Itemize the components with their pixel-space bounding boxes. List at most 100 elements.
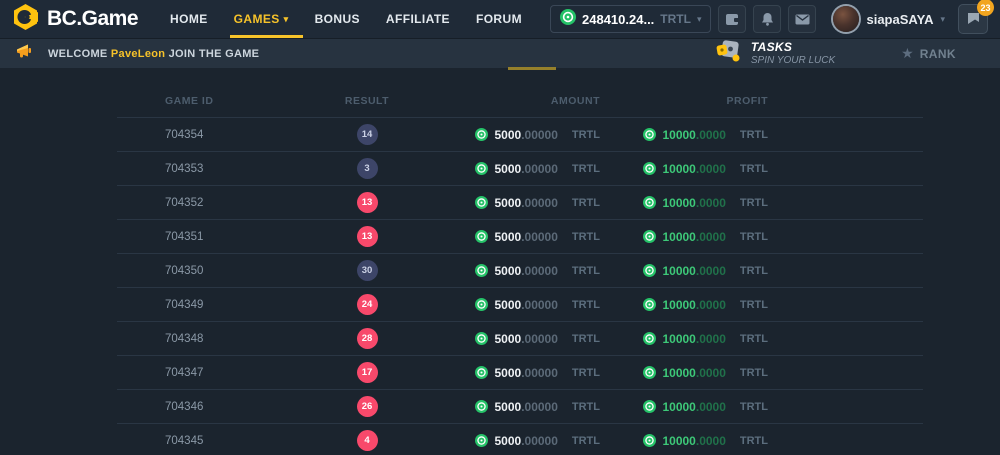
coin-icon xyxy=(643,332,656,345)
result-badge: 4 xyxy=(357,430,378,451)
notifications-button[interactable] xyxy=(753,5,781,33)
coin-icon xyxy=(643,298,656,311)
profit-currency: TRTL xyxy=(740,367,768,379)
brand-wordmark: BC.Game xyxy=(47,7,138,31)
nav-item-home[interactable]: HOME xyxy=(170,12,208,26)
balance-amount: 248410.24... xyxy=(582,12,654,27)
coin-icon xyxy=(643,366,656,379)
table-row[interactable]: 704345 4 5000.00000 TRTL 10000.0000 TRTL xyxy=(117,423,923,455)
nav-item-bonus[interactable]: BONUS xyxy=(315,12,360,26)
amount-currency: TRTL xyxy=(572,231,600,243)
table-row[interactable]: 704352 13 5000.00000 TRTL 10000.0000 TRT… xyxy=(117,185,923,219)
profit-cell: 10000.0000 TRTL xyxy=(600,332,768,346)
coin-icon xyxy=(475,434,488,447)
result-cell: 28 xyxy=(320,328,414,349)
tasks-subtitle: SPIN YOUR LUCK xyxy=(751,55,835,67)
balance-selector[interactable]: 248410.24... TRTL ▾ xyxy=(550,5,711,33)
table-row[interactable]: 704350 30 5000.00000 TRTL 10000.0000 TRT… xyxy=(117,253,923,287)
amount-currency: TRTL xyxy=(572,367,600,379)
active-tab-indicator xyxy=(508,67,556,70)
amount-cell: 5000.00000 TRTL xyxy=(414,366,600,380)
rank-widget[interactable]: ★ RANK xyxy=(901,45,956,62)
username: siapaSAYA xyxy=(866,12,933,27)
table-body: 704354 14 5000.00000 TRTL 10000.0000 TRT… xyxy=(117,117,923,455)
profit-cell: 10000.0000 TRTL xyxy=(600,434,768,448)
amount-currency: TRTL xyxy=(572,299,600,311)
result-cell: 30 xyxy=(320,260,414,281)
table-row[interactable]: 704351 13 5000.00000 TRTL 10000.0000 TRT… xyxy=(117,219,923,253)
coin-icon xyxy=(643,196,656,209)
coin-icon xyxy=(475,332,488,345)
header-result: RESULT xyxy=(320,95,414,107)
nav-item-games[interactable]: GAMES ▾ xyxy=(234,12,289,26)
result-cell: 14 xyxy=(320,124,414,145)
nav-item-affiliate[interactable]: AFFILIATE xyxy=(386,12,450,26)
amount-currency: TRTL xyxy=(572,401,600,413)
announcement-text: WELCOME PaveLeon JOIN THE GAME xyxy=(48,48,259,60)
chat-count-badge: 23 xyxy=(977,0,994,16)
amount-cell: 5000.00000 TRTL xyxy=(414,162,600,176)
profit-cell: 10000.0000 TRTL xyxy=(600,162,768,176)
coin-icon xyxy=(475,230,488,243)
amount-cell: 5000.00000 TRTL xyxy=(414,298,600,312)
table-row[interactable]: 704353 3 5000.00000 TRTL 10000.0000 TRTL xyxy=(117,151,923,185)
table-row[interactable]: 704348 28 5000.00000 TRTL 10000.0000 TRT… xyxy=(117,321,923,355)
dice-icon xyxy=(714,38,742,69)
amount-currency: TRTL xyxy=(572,435,600,447)
profit-cell: 10000.0000 TRTL xyxy=(600,400,768,414)
nav-item-forum[interactable]: FORUM xyxy=(476,12,522,26)
wallet-button[interactable] xyxy=(718,5,746,33)
table-row[interactable]: 704346 26 5000.00000 TRTL 10000.0000 TRT… xyxy=(117,389,923,423)
top-navbar: BC.Game HOME GAMES ▾ BONUS AFFILIATE FOR… xyxy=(0,0,1000,38)
result-badge: 14 xyxy=(357,124,378,145)
profit-cell: 10000.0000 TRTL xyxy=(600,366,768,380)
user-menu[interactable]: siapaSAYA ▾ xyxy=(833,6,945,32)
result-cell: 13 xyxy=(320,226,414,247)
bcgame-logo-icon xyxy=(12,3,39,36)
profit-currency: TRTL xyxy=(740,231,768,243)
profit-currency: TRTL xyxy=(740,435,768,447)
result-badge: 17 xyxy=(357,362,378,383)
game-id-cell: 704354 xyxy=(117,129,320,141)
chat-flag-icon xyxy=(966,12,981,26)
announced-username: PaveLeon xyxy=(111,48,165,60)
amount-currency: TRTL xyxy=(572,333,600,345)
profit-cell: 10000.0000 TRTL xyxy=(600,230,768,244)
game-id-cell: 704352 xyxy=(117,197,320,209)
header-game-id: GAME ID xyxy=(117,95,320,107)
game-id-cell: 704347 xyxy=(117,367,320,379)
bell-icon xyxy=(761,12,774,26)
amount-cell: 5000.00000 TRTL xyxy=(414,400,600,414)
amount-currency: TRTL xyxy=(572,129,600,141)
chat-button[interactable]: 23 xyxy=(958,4,988,34)
brand-logo[interactable]: BC.Game xyxy=(12,3,138,36)
coin-icon xyxy=(643,434,656,447)
coin-icon xyxy=(475,196,488,209)
coin-icon xyxy=(475,162,488,175)
result-cell: 4 xyxy=(320,430,414,451)
result-badge: 24 xyxy=(357,294,378,315)
game-id-cell: 704348 xyxy=(117,333,320,345)
amount-currency: TRTL xyxy=(572,197,600,209)
result-cell: 13 xyxy=(320,192,414,213)
amount-cell: 5000.00000 TRTL xyxy=(414,128,600,142)
table-row[interactable]: 704349 24 5000.00000 TRTL 10000.0000 TRT… xyxy=(117,287,923,321)
tasks-widget[interactable]: TASKS SPIN YOUR LUCK xyxy=(714,38,835,69)
result-cell: 24 xyxy=(320,294,414,315)
table-row[interactable]: 704347 17 5000.00000 TRTL 10000.0000 TRT… xyxy=(117,355,923,389)
coin-icon xyxy=(475,400,488,413)
header-amount: AMOUNT xyxy=(414,95,600,107)
profit-cell: 10000.0000 TRTL xyxy=(600,264,768,278)
messages-button[interactable] xyxy=(788,5,816,33)
tasks-title: TASKS xyxy=(751,41,835,55)
profit-currency: TRTL xyxy=(740,197,768,209)
table-row[interactable]: 704354 14 5000.00000 TRTL 10000.0000 TRT… xyxy=(117,117,923,151)
table-header: GAME ID RESULT AMOUNT PROFIT xyxy=(117,85,923,117)
result-cell: 3 xyxy=(320,158,414,179)
coin-icon xyxy=(475,264,488,277)
profit-cell: 10000.0000 TRTL xyxy=(600,128,768,142)
coin-icon xyxy=(643,264,656,277)
result-cell: 26 xyxy=(320,396,414,417)
amount-cell: 5000.00000 TRTL xyxy=(414,332,600,346)
amount-cell: 5000.00000 TRTL xyxy=(414,196,600,210)
